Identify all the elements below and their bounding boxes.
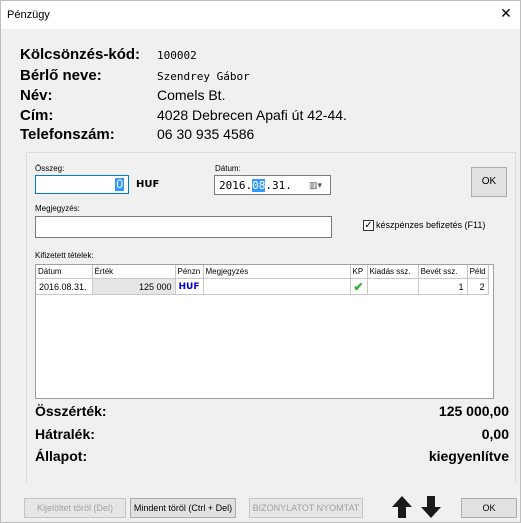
- rental-code-label: Kölcsönzés-kód:: [20, 46, 141, 63]
- address-value: 4028 Debrecen Apafi út 42-44.: [157, 107, 347, 123]
- table-header-row: Dátum Érték Pénzn Megjegyzés KP Kiadás s…: [36, 265, 489, 279]
- cell-date: 2016.08.31.: [36, 278, 93, 295]
- column-header[interactable]: Érték: [92, 265, 176, 279]
- column-header[interactable]: Pénzn: [175, 265, 204, 279]
- move-up-arrow-icon[interactable]: [391, 494, 413, 520]
- debt-value: 0,00: [481, 426, 509, 442]
- cell-receipt-no: 1: [418, 278, 468, 295]
- amount-value: 0: [115, 177, 124, 191]
- column-header[interactable]: Dátum: [36, 265, 93, 279]
- close-icon[interactable]: ✕: [498, 5, 514, 23]
- column-header[interactable]: Bevét ssz.: [418, 265, 468, 279]
- add-payment-ok-button[interactable]: OK: [471, 167, 507, 197]
- renter-name-value: Szendrey Gábor: [157, 70, 250, 83]
- cell-copies: 2: [467, 278, 489, 295]
- date-text: 2016.08.31.: [219, 179, 292, 192]
- amount-input[interactable]: 0: [35, 175, 129, 194]
- currency-label: HUF: [136, 179, 160, 190]
- paid-items-table: Dátum Érték Pénzn Megjegyzés KP Kiadás s…: [35, 264, 494, 399]
- column-header[interactable]: KP: [350, 265, 368, 279]
- note-label: Megjegyzés:: [35, 204, 80, 213]
- cell-currency: HUF: [175, 278, 204, 295]
- date-picker[interactable]: 2016.08.31. ▥▾: [214, 175, 331, 195]
- calendar-dropdown-icon[interactable]: ▥▾: [309, 180, 322, 191]
- column-header[interactable]: Péld: [467, 265, 489, 279]
- cash-payment-checkbox[interactable]: ✓: [363, 220, 374, 231]
- cell-note: [203, 278, 351, 295]
- rental-code-value: 100002: [157, 49, 197, 62]
- name-label: Név:: [20, 87, 53, 104]
- ok-button[interactable]: OK: [461, 498, 517, 518]
- status-label: Állapot:: [35, 448, 88, 464]
- date-month-selected: 08: [252, 179, 266, 192]
- move-down-arrow-icon[interactable]: [420, 494, 442, 520]
- cell-value: 125 000: [92, 278, 176, 295]
- renter-name-label: Bérlő neve:: [20, 67, 102, 84]
- amount-label: Összeg:: [35, 164, 65, 173]
- phone-value: 06 30 935 4586: [157, 126, 255, 142]
- title-bar: Pénzügy ✕: [1, 1, 520, 29]
- note-input[interactable]: [35, 216, 332, 238]
- total-label: Összérték:: [35, 403, 107, 419]
- column-header[interactable]: Kiadás ssz.: [367, 265, 419, 279]
- checkmark-icon: ✔: [353, 279, 364, 294]
- cell-kp: ✔: [350, 278, 368, 295]
- column-header[interactable]: Megjegyzés: [203, 265, 351, 279]
- print-receipt-button[interactable]: BIZONYLATOT NYOMTAT: [249, 498, 363, 518]
- cash-payment-label: készpénzes befizetés (F11): [376, 220, 486, 230]
- finance-dialog: Pénzügy ✕ Kölcsönzés-kód: 100002 Bérlő n…: [0, 0, 521, 523]
- date-label: Dátum:: [215, 164, 241, 173]
- status-value: kiegyenlítve: [428, 448, 509, 464]
- debt-label: Hátralék:: [35, 426, 95, 442]
- name-value: Comels Bt.: [157, 87, 226, 103]
- table-row[interactable]: 2016.08.31. 125 000 HUF ✔ 1 2: [36, 278, 489, 295]
- delete-selected-button[interactable]: Kijelöltet töröl (Del): [24, 498, 126, 518]
- address-label: Cím:: [20, 107, 54, 124]
- window-title: Pénzügy: [7, 9, 50, 21]
- cell-issue-no: [367, 278, 419, 295]
- phone-label: Telefonszám:: [20, 126, 115, 143]
- delete-all-button[interactable]: Mindent töröl (Ctrl + Del): [130, 498, 236, 518]
- paid-items-label: Kifizetett tételek:: [35, 251, 94, 260]
- total-value: 125 000,00: [438, 403, 509, 419]
